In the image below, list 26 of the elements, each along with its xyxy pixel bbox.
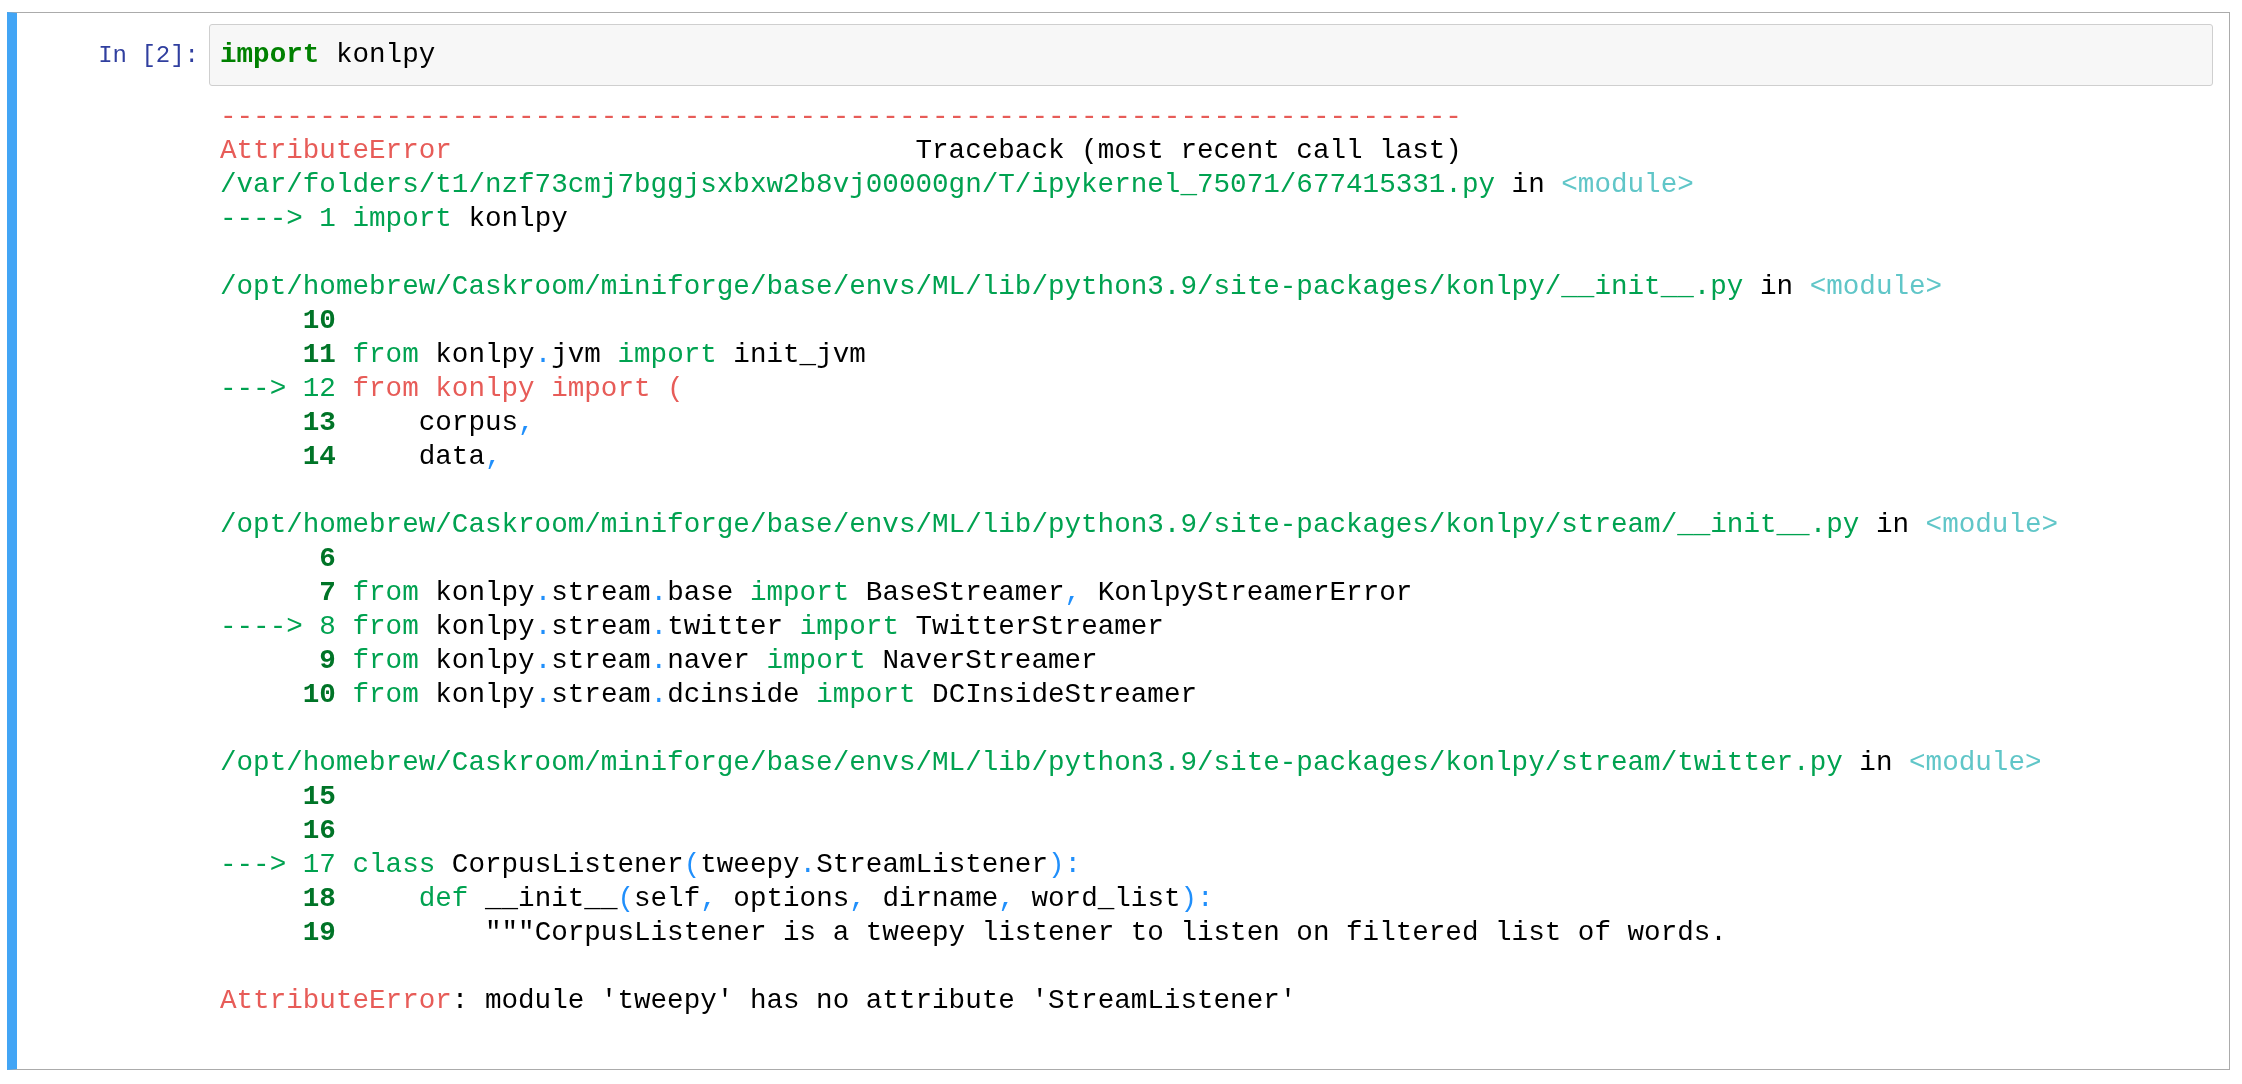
traceback-line: AttributeError Traceback (most recent call last) [220, 134, 1463, 168]
traceback-line: ---> 12 from konlpy import ( [220, 372, 685, 406]
traceback-line: ----> 8 from konlpy.stream.twitter import TwitterStreamer [220, 610, 1165, 644]
traceback-line: /opt/homebrew/Caskroom/miniforge/base/envs/ML/lib/python3.9/site-packages/konlpy/__init__.py in <module> [220, 270, 1944, 304]
traceback-line: 18 def __init__(self, options, dirname, word_list): [301, 882, 1215, 916]
traceback-line: 15 [301, 780, 337, 814]
traceback-line: 19 """CorpusListener is a tweepy listener to listen on filtered list of words. [301, 916, 1728, 950]
traceback-line: 9 from konlpy.stream.naver import NaverStreamer [318, 644, 1099, 678]
traceback-line: --------------------------------------------------------------------------- [220, 100, 1463, 134]
notebook-cell[interactable] [7, 12, 2230, 1070]
traceback-line: ---> 17 class CorpusListener(tweepy.StreamListener): [220, 848, 1083, 882]
traceback-line: /opt/homebrew/Caskroom/miniforge/base/envs/ML/lib/python3.9/site-packages/konlpy/stream/__init__.py in <module> [220, 508, 2060, 542]
traceback-line: 6 [318, 542, 337, 576]
input-prompt: In [2]: [97, 41, 200, 69]
traceback-line: 10 [301, 304, 337, 338]
traceback-line: 10 from konlpy.stream.dcinside import DCInsideStreamer [301, 678, 1199, 712]
traceback-line: /var/folders/t1/nzf73cmj7bggjsxbxw2b8vj00000gn/T/ipykernel_75071/677415331.py in <module> [220, 168, 1695, 202]
traceback-line: 16 [301, 814, 337, 848]
traceback-line: 13 corpus, [301, 406, 536, 440]
traceback-line: /opt/homebrew/Caskroom/miniforge/base/envs/ML/lib/python3.9/site-packages/konlpy/stream/twitter.py in <module> [220, 746, 2043, 780]
traceback-line: 14 data, [301, 440, 503, 474]
traceback-line: 11 from konlpy.jvm import init_jvm [301, 338, 867, 372]
traceback-line: 7 from konlpy.stream.base import BaseStreamer, KonlpyStreamerError [318, 576, 1414, 610]
traceback-line: ----> 1 import konlpy [220, 202, 569, 236]
traceback-line: AttributeError: module 'tweepy' has no attribute 'StreamListener' [220, 984, 1298, 1018]
code-input[interactable]: import konlpy [209, 24, 2213, 86]
